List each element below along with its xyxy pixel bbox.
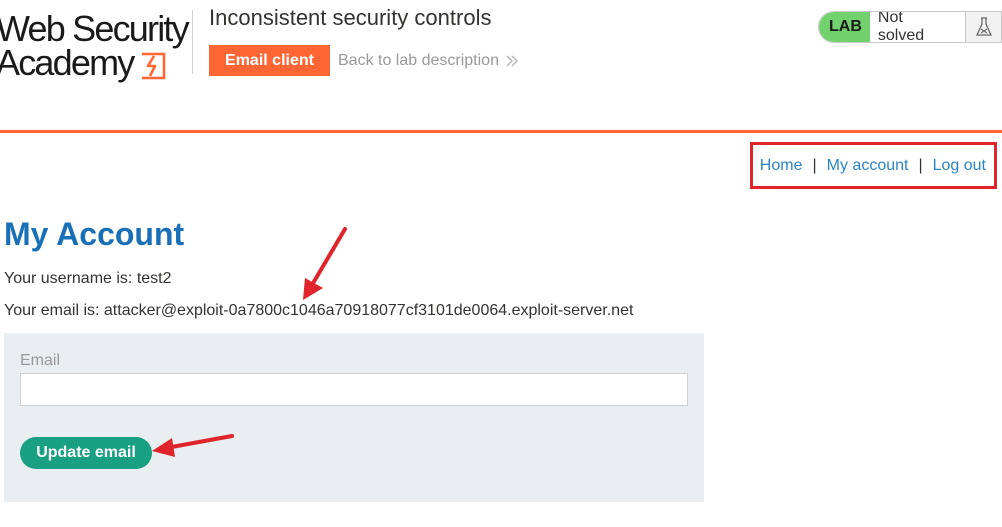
arrow-to-email-line (303, 227, 347, 300)
web-security-academy-logo[interactable]: Web Security Academy (0, 6, 196, 86)
nav-home-link[interactable]: Home (760, 157, 803, 175)
back-link-label: Back to lab description (338, 52, 499, 69)
lab-title: Inconsistent security controls (209, 5, 492, 30)
email-field-label: Email (20, 352, 61, 369)
lab-badge: LAB (819, 12, 870, 42)
lab-header: Web Security Academy Inconsistent securi… (0, 0, 1002, 133)
double-chevron-right-icon (506, 55, 518, 67)
email-line: Your email is: attacker@exploit-0a7800c1… (4, 302, 634, 319)
logo-lightning-icon (142, 52, 166, 80)
nav-log-out-link[interactable]: Log out (933, 157, 986, 175)
email-client-button[interactable]: Email client (209, 45, 330, 76)
change-email-form: Email Update email (4, 333, 704, 502)
lab-status-widget: LAB Not solved (818, 11, 1002, 43)
update-email-button[interactable]: Update email (20, 437, 152, 469)
nav-my-account-link[interactable]: My account (827, 157, 909, 175)
username-line: Your username is: test2 (4, 270, 172, 287)
back-to-lab-description-link[interactable]: Back to lab description (338, 52, 519, 70)
flask-icon (966, 12, 1001, 42)
lab-status-text: Not solved (869, 12, 967, 42)
nav-separator: | (918, 156, 923, 174)
nav-separator: | (812, 156, 817, 174)
account-nav: Home | My account | Log out (750, 142, 997, 189)
page-title: My Account (4, 216, 185, 252)
email-input[interactable] (20, 373, 688, 406)
header-divider (192, 10, 193, 74)
